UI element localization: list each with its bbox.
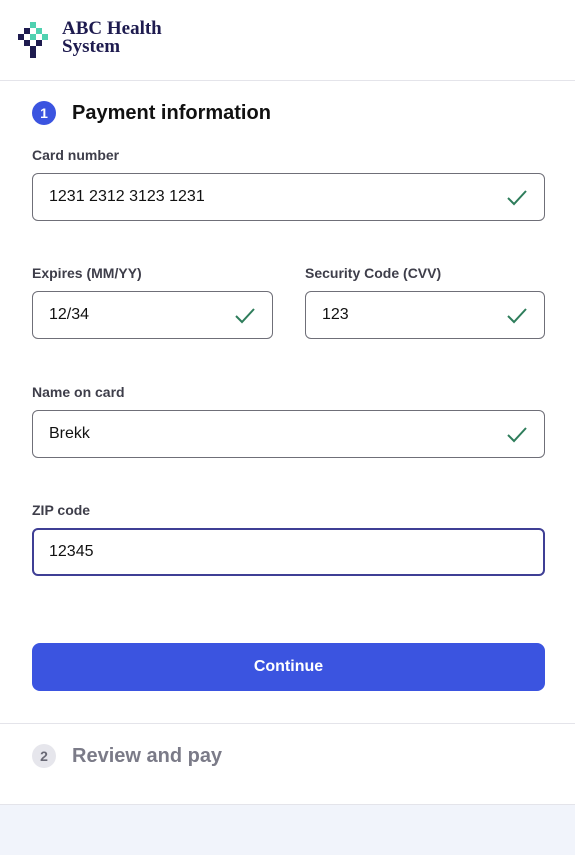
cvv-input[interactable] (322, 292, 513, 338)
name-on-card-field[interactable] (32, 410, 545, 458)
name-on-card-input[interactable] (49, 411, 458, 457)
expires-field[interactable] (32, 291, 273, 339)
check-icon (507, 308, 527, 324)
zip-code-input[interactable] (49, 530, 457, 574)
cross-logo-icon (18, 22, 48, 58)
expires-label: Expires (MM/YY) (32, 265, 142, 281)
check-icon (507, 190, 527, 206)
step-1-badge: 1 (32, 101, 56, 125)
card-number-input[interactable] (49, 174, 458, 220)
step-2-badge: 2 (32, 744, 56, 768)
expires-input[interactable] (49, 292, 241, 338)
card-number-field[interactable] (32, 173, 545, 221)
logo-wordmark: ABC Health System (62, 19, 162, 57)
cvv-label: Security Code (CVV) (305, 265, 442, 281)
zip-code-label: ZIP code (32, 502, 91, 518)
logo-line-2: System (62, 36, 121, 57)
zip-code-field[interactable] (32, 528, 545, 576)
cvv-field[interactable] (305, 291, 545, 339)
name-on-card-label: Name on card (32, 384, 125, 400)
footer-band (0, 805, 575, 855)
continue-button[interactable]: Continue (32, 643, 545, 691)
check-icon (507, 427, 527, 443)
site-header: ABC Health System (0, 0, 575, 81)
step-1-title: Payment information (72, 102, 271, 124)
card-number-label: Card number (32, 147, 120, 163)
step-2-title: Review and pay (72, 745, 223, 767)
section-divider (0, 723, 575, 724)
check-icon (235, 308, 255, 324)
